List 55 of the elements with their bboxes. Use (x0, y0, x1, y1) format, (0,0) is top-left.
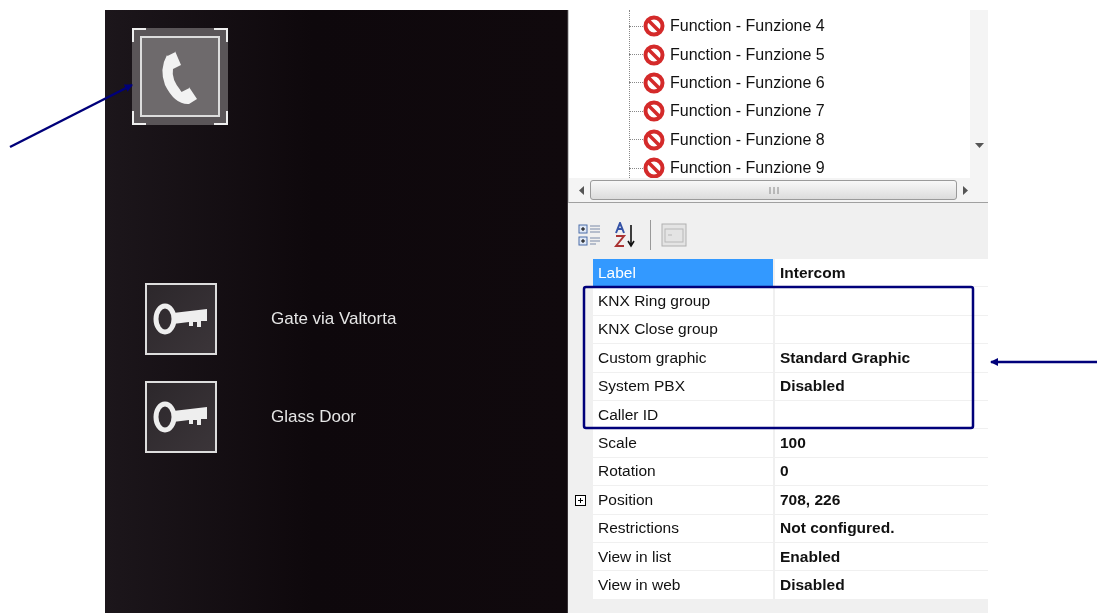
property-name[interactable]: Custom graphic (593, 344, 775, 373)
tree-item[interactable]: Function - Funzione 8 (629, 125, 970, 154)
property-name[interactable]: View in web (593, 571, 775, 600)
property-value[interactable] (775, 287, 988, 316)
property-value[interactable]: Standard Graphic (775, 344, 988, 373)
prohibited-icon (643, 43, 665, 66)
tree-item[interactable]: Function - Funzione 6 (629, 68, 970, 98)
tree-item-label: Function - Funzione 7 (670, 102, 825, 121)
property-name[interactable]: KNX Ring group (593, 287, 775, 316)
tree-item-label: Function - Funzione 8 (670, 130, 825, 149)
scroll-right-icon[interactable] (963, 185, 968, 195)
property-name[interactable]: Scale (593, 429, 775, 458)
property-name[interactable]: Restrictions (593, 514, 775, 543)
selection-corner (214, 111, 228, 125)
tree-item[interactable]: Function - Funzione 7 (629, 97, 970, 126)
property-name[interactable]: Position (593, 486, 775, 515)
tree-item[interactable]: Function - Funzione 4 (629, 12, 970, 41)
scrollbar-thumb[interactable] (590, 180, 957, 200)
property-name[interactable]: KNX Close group (593, 315, 775, 345)
selection-corner (132, 28, 146, 42)
selection-corner (214, 28, 228, 42)
key-tile[interactable] (145, 381, 217, 453)
property-value[interactable]: Intercom (775, 259, 988, 288)
horizontal-scrollbar[interactable] (569, 178, 988, 202)
prohibited-icon (643, 100, 665, 123)
selection-corner (132, 111, 146, 125)
prohibited-icon (643, 15, 665, 38)
vertical-scrollbar[interactable] (970, 10, 988, 178)
scroll-left-icon[interactable] (579, 185, 584, 195)
property-value[interactable]: Not configured. (775, 514, 988, 543)
property-value[interactable]: Disabled (775, 372, 988, 401)
property-name[interactable]: System PBX (593, 372, 775, 401)
property-value[interactable]: Enabled (775, 542, 988, 572)
tree-item-label: Function - Funzione 9 (670, 159, 825, 178)
device-label: Glass Door (271, 407, 357, 427)
device-label: Gate via Valtorta (271, 309, 397, 329)
prohibited-icon (643, 71, 665, 94)
scroll-down-icon[interactable] (974, 143, 984, 148)
property-name[interactable]: Rotation (593, 457, 775, 487)
grip-icon (768, 186, 779, 194)
key-icon (153, 399, 209, 435)
intercom-tile[interactable] (132, 28, 228, 125)
property-name[interactable]: View in list (593, 542, 775, 572)
prohibited-icon (643, 128, 665, 151)
expand-icon[interactable] (575, 494, 586, 506)
key-icon (153, 301, 209, 337)
key-tile[interactable] (145, 283, 217, 355)
property-value[interactable]: 100 (775, 429, 988, 458)
tree-item-label: Function - Funzione 6 (670, 73, 825, 92)
property-value[interactable]: 708, 226 (775, 486, 988, 515)
tree-item-label: Function - Funzione 4 (670, 17, 825, 36)
tree-item-label: Function - Funzione 5 (670, 45, 825, 64)
property-value[interactable]: 0 (775, 457, 988, 487)
property-value[interactable]: Disabled (775, 571, 988, 600)
tree-item[interactable]: Function - Funzione 5 (629, 40, 970, 69)
